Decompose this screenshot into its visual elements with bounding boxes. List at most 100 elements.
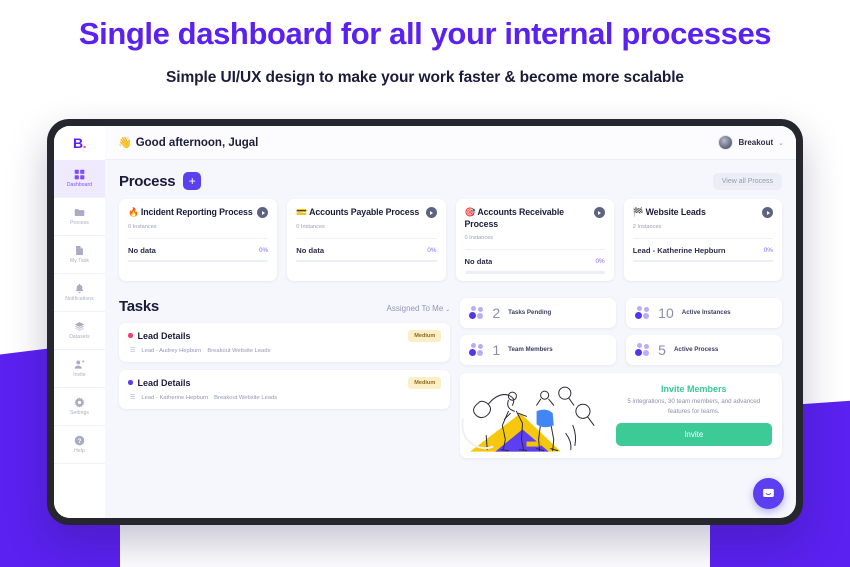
stat-value: 10	[658, 304, 674, 321]
invite-title: Invite Members	[660, 383, 727, 394]
play-icon[interactable]	[257, 207, 269, 218]
process-card-bottom: No data 0%	[465, 257, 605, 266]
stat-card-active-process[interactable]: 5 Active Process	[626, 334, 783, 365]
process-card-percent: 0%	[595, 258, 605, 266]
process-card-title: Website Leads	[645, 207, 706, 217]
page-subheadline: Simple UI/UX design to make your work fa…	[166, 69, 684, 86]
stats-column: 2 Tasks Pending 1 Team Members 10 Active…	[460, 297, 783, 459]
divider	[632, 237, 773, 239]
invite-button[interactable]: Invite	[615, 423, 772, 447]
sidebar-item-dashboard[interactable]: Dashboard	[54, 160, 105, 198]
invite-illustration	[460, 372, 612, 459]
lower-section: Tasks Assigned To Me⌄ Lead Details Medi	[119, 297, 783, 459]
process-emoji-icon: 💳	[296, 207, 308, 217]
view-all-process-button[interactable]: View all Process	[712, 172, 782, 190]
process-card-data: No data	[128, 245, 156, 255]
task-row[interactable]: Lead Details Medium ☰ Lead - Katherine H…	[119, 369, 451, 409]
progress-bar	[632, 259, 773, 263]
task-lead: Lead - Katherine Hepburn	[141, 394, 209, 401]
process-section-header: Process + View all Process	[119, 172, 782, 190]
sidebar-label-my-task: My Task	[70, 258, 89, 264]
cluster-icon	[635, 342, 650, 357]
main-content: Process + View all Process 🔥 Incident Rep…	[105, 160, 796, 518]
process-card-bottom: Lead - Katherine Hepburn 0%	[633, 246, 773, 255]
process-card-instances: 0 Instances	[464, 235, 494, 242]
gear-icon	[74, 397, 85, 408]
priority-badge: Medium	[408, 329, 442, 342]
process-card-title-wrap: 🏁 Website Leads	[633, 207, 706, 219]
sidebar-item-settings[interactable]: Settings	[54, 388, 105, 426]
sidebar-item-notifications[interactable]: Notifications	[54, 274, 105, 312]
task-name: Lead Details	[137, 377, 191, 388]
status-dot	[128, 380, 133, 385]
task-row[interactable]: Lead Details Medium ☰ Lead - Audrey Hepb…	[119, 322, 451, 362]
task-row-main: Lead Details Medium	[128, 376, 442, 389]
user-menu[interactable]: Breakout ⌄	[718, 135, 784, 150]
stats-grid: 2 Tasks Pending 1 Team Members 10 Active…	[460, 297, 783, 365]
sidebar-label-invite: Invite	[73, 372, 86, 378]
grid-icon	[74, 169, 85, 180]
process-card[interactable]: 💳 Accounts Payable Process 0 Instances No…	[287, 199, 446, 281]
process-header-left: Process +	[119, 172, 202, 190]
process-card-title: Accounts Payable Process	[309, 207, 420, 217]
task-row-main: Lead Details Medium	[128, 329, 442, 342]
top-bar: B. 👋 Good afternoon, Jugal Breakout ⌄	[54, 126, 796, 160]
sidebar-item-datasets[interactable]: Datasets	[54, 312, 105, 350]
divider	[296, 237, 437, 239]
task-name: Lead Details	[137, 330, 191, 341]
invite-members-panel: Invite Members 5 integrations, 30 team m…	[460, 372, 782, 459]
cluster-icon	[469, 342, 484, 357]
process-card-top: 💳 Accounts Payable Process	[296, 207, 437, 219]
page-root: Single dashboard for all your internal p…	[0, 0, 850, 567]
stat-value: 5	[658, 341, 666, 358]
logo-letter: B	[72, 135, 83, 151]
top-bar-main: 👋 Good afternoon, Jugal Breakout ⌄	[105, 126, 796, 160]
stat-value: 1	[492, 341, 501, 358]
play-icon[interactable]	[425, 207, 437, 218]
stat-card-active-instances[interactable]: 10 Active Instances	[626, 297, 783, 328]
sidebar-label-settings: Settings	[70, 410, 89, 416]
process-card-instances: 0 Instances	[296, 223, 325, 230]
stat-value: 2	[492, 304, 501, 321]
assigned-filter[interactable]: Assigned To Me ⌄	[387, 304, 451, 313]
sidebar-item-help[interactable]: ? Help	[54, 426, 105, 464]
process-card-percent: 0%	[259, 246, 269, 254]
divider	[464, 249, 605, 251]
process-card[interactable]: 🎯 Accounts Receivable Process 0 Instances…	[455, 199, 614, 281]
document-icon	[74, 245, 85, 256]
process-emoji-icon: 🔥	[128, 207, 139, 217]
process-card-data: No data	[296, 245, 325, 255]
app-screen: B. 👋 Good afternoon, Jugal Breakout ⌄ Da…	[54, 126, 796, 518]
process-card-title-wrap: 💳 Accounts Payable Process	[296, 207, 419, 219]
question-icon: ?	[74, 435, 85, 446]
progress-bar	[296, 259, 437, 263]
play-icon[interactable]	[762, 207, 773, 218]
sidebar-item-process[interactable]: Process	[54, 198, 105, 236]
play-icon[interactable]	[593, 207, 605, 218]
stat-card-team-members[interactable]: 1 Team Members	[460, 334, 617, 365]
sidebar: Dashboard Process My Task Notifications	[54, 160, 105, 518]
app-logo[interactable]: B.	[54, 126, 105, 160]
add-process-button[interactable]: +	[183, 172, 202, 190]
status-dot	[128, 333, 133, 338]
chat-widget-button[interactable]	[753, 478, 784, 509]
cluster-icon	[635, 305, 650, 320]
process-card-data: No data	[464, 257, 493, 267]
svg-text:?: ?	[78, 438, 82, 445]
stats-right-column: 10 Active Instances 5 Active Process	[626, 297, 783, 365]
process-card-title-wrap: 🔥 Incident Reporting Process	[128, 207, 253, 219]
stats-left-column: 2 Tasks Pending 1 Team Members	[460, 297, 617, 365]
task-name-wrap: Lead Details	[128, 331, 191, 341]
process-card[interactable]: 🏁 Website Leads 2 Instances Lead - Kather…	[623, 199, 782, 281]
sidebar-item-invite[interactable]: Invite	[54, 350, 105, 388]
process-card[interactable]: 🔥 Incident Reporting Process 0 Instances …	[119, 199, 278, 281]
process-card-top: 🎯 Accounts Receivable Process	[465, 207, 605, 230]
stat-card-tasks-pending[interactable]: 2 Tasks Pending	[460, 297, 617, 328]
page-headline: Single dashboard for all your internal p…	[78, 16, 772, 51]
task-meta-row: ☰ Lead - Audrey Hepburn Breakout Website…	[128, 348, 441, 354]
chevron-down-icon: ⌄	[778, 139, 784, 147]
avatar	[718, 135, 734, 150]
user-name: Breakout	[738, 138, 774, 147]
sidebar-item-my-task[interactable]: My Task	[54, 236, 105, 274]
progress-bar	[128, 259, 269, 263]
